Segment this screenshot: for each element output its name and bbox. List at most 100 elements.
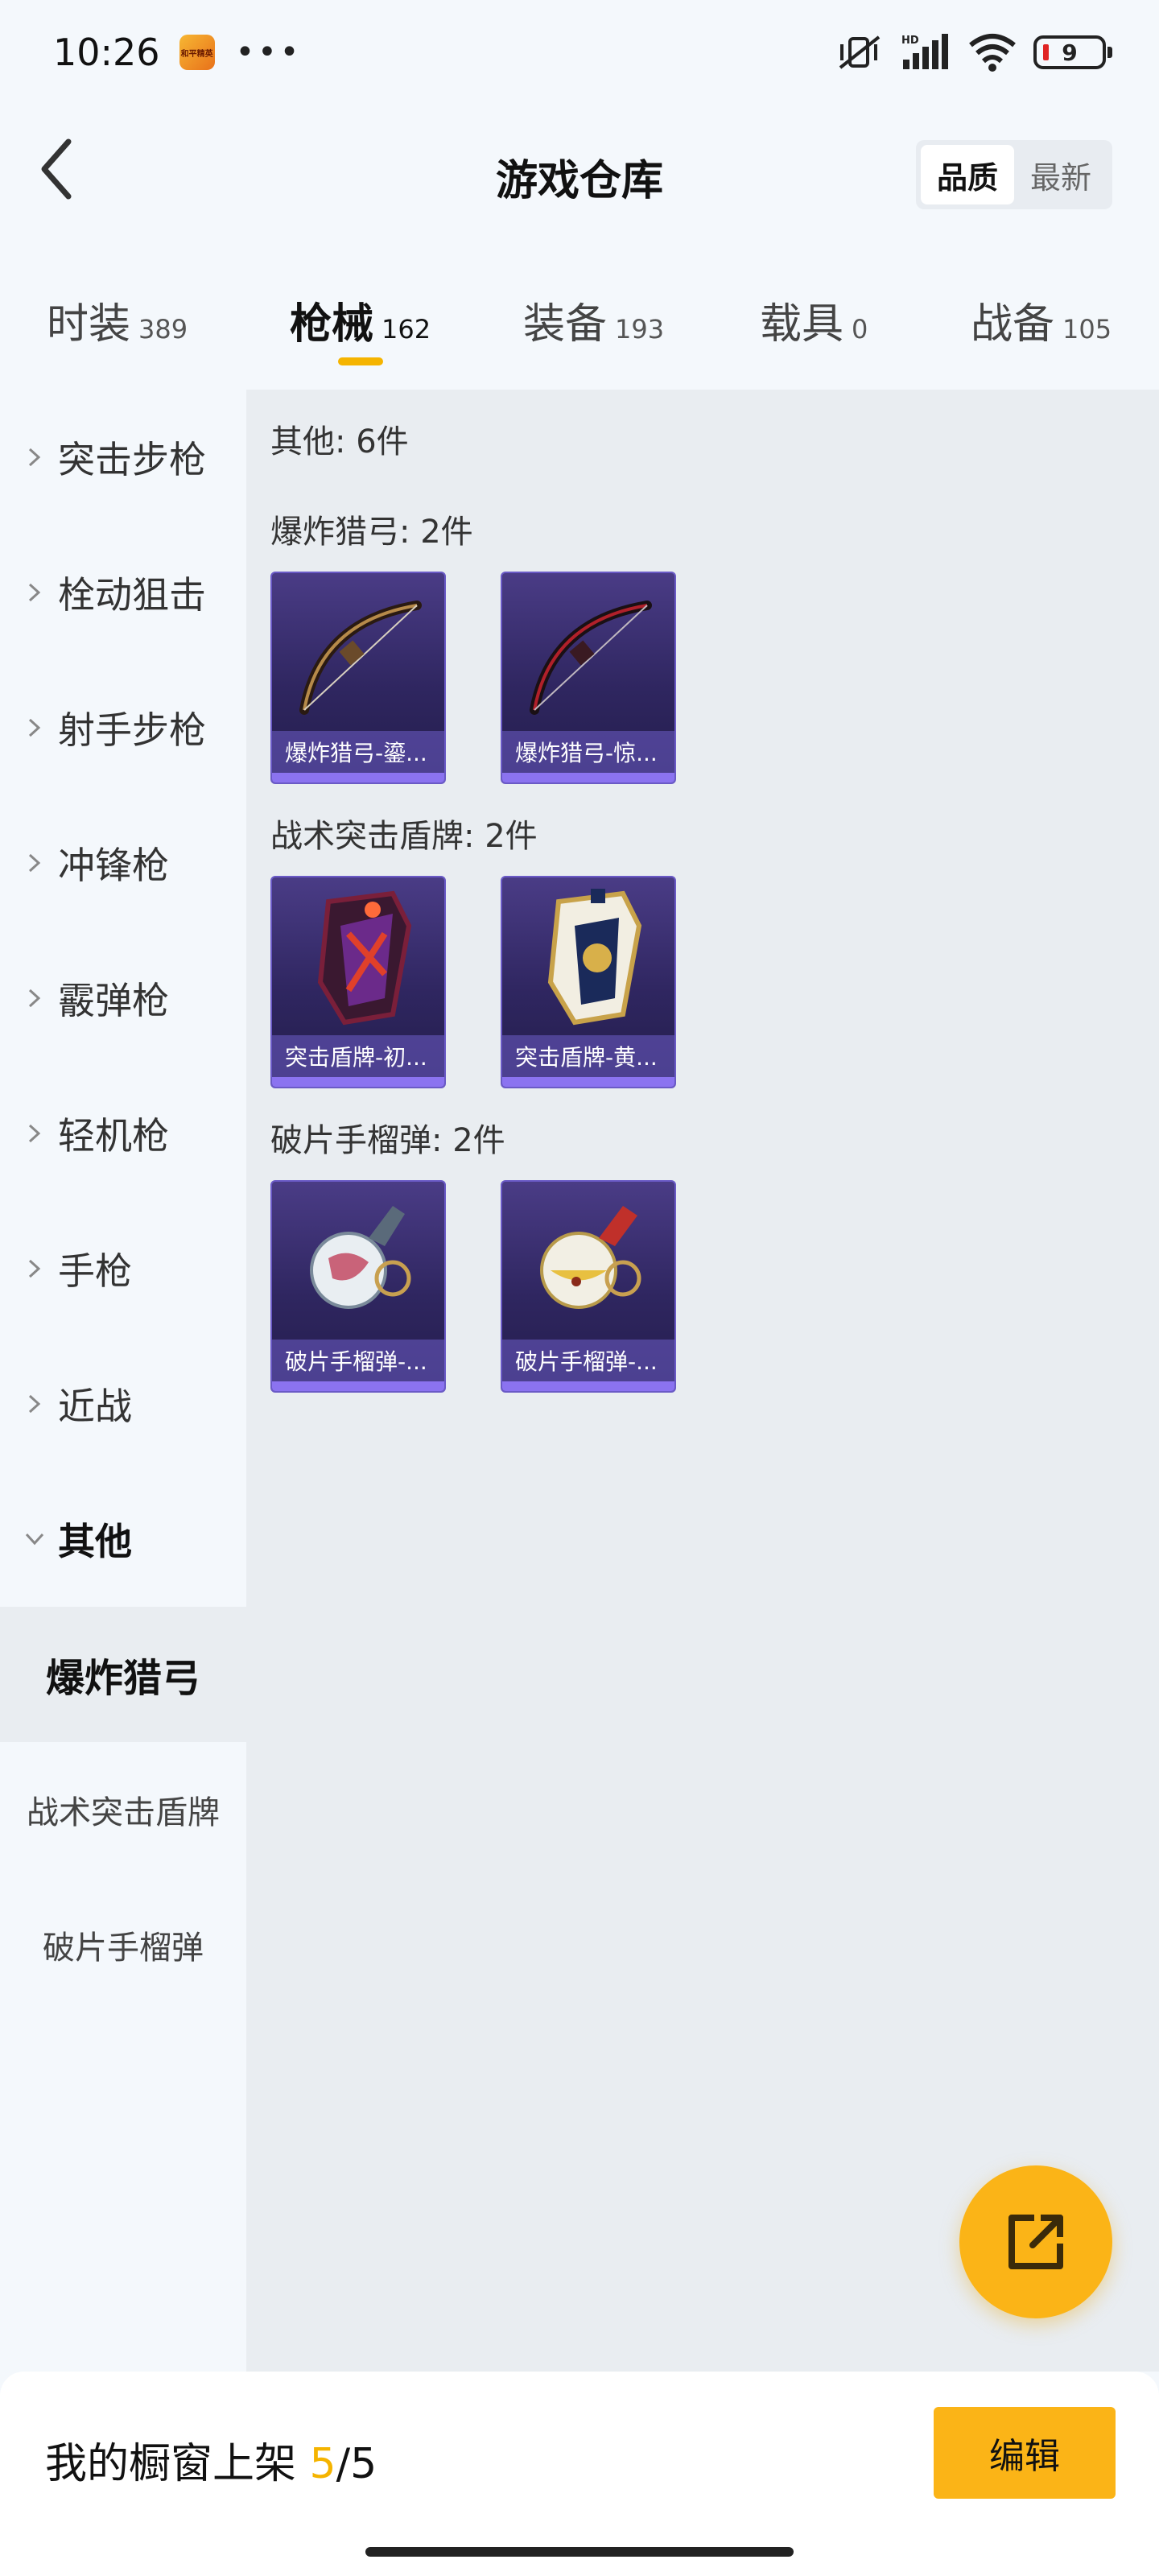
sidebar-item-label: 栓动狙击 (58, 573, 206, 617)
share-button[interactable] (959, 2165, 1112, 2318)
sidebar-item-label: 近战 (58, 1385, 132, 1428)
tab-label: 载具 (760, 300, 844, 349)
showcase-current: 5 (309, 2440, 336, 2488)
more-notifications: ••• (235, 34, 303, 71)
hd-signal-icon: HD (901, 34, 948, 69)
chevron-right-icon (24, 1258, 45, 1279)
sidebar-item-label: 冲锋枪 (58, 844, 169, 887)
sidebar-subitem-tactical-shield[interactable]: 战术突击盾牌 (0, 1742, 246, 1877)
status-time: 10:26 (53, 31, 160, 74)
rarity-bar (272, 1381, 444, 1391)
tab-label: 装备 (523, 300, 608, 349)
status-bar: 10:26 和平精英 ••• HD 9 (0, 0, 1159, 105)
status-icons: HD 9 (835, 32, 1112, 72)
item-card[interactable]: 突击盾牌-黄... (501, 876, 676, 1088)
sort-quality-button[interactable]: 品质 (921, 145, 1014, 204)
content-panel: 其他: 6件 爆炸猎弓: 2件 爆炸猎弓-鎏... 爆炸猎弓-惊... 战术突击… (246, 390, 1159, 2372)
item-name: 破片手榴弹-... (502, 1340, 674, 1385)
tab-firearms[interactable]: 枪械 162 (290, 290, 431, 350)
tab-fashion[interactable]: 时装 389 (47, 290, 188, 350)
sidebar-item-label: 霰弹枪 (58, 979, 169, 1022)
chevron-right-icon (24, 852, 45, 873)
sidebar-item-assault-rifle[interactable]: 突击步枪 (0, 390, 246, 525)
sidebar-item-marksman-rifle[interactable]: 射手步枪 (0, 660, 246, 795)
tab-count: 105 (1062, 314, 1112, 345)
header: 游戏仓库 品质 最新 (0, 105, 1159, 250)
showcase-label: 我的橱窗上架 (45, 2440, 297, 2488)
sort-toggle: 品质 最新 (916, 140, 1112, 209)
tab-count: 389 (138, 314, 188, 345)
item-card[interactable]: 破片手榴弹-... (270, 1180, 446, 1393)
sidebar-item-bolt-sniper[interactable]: 栓动狙击 (0, 525, 246, 660)
category-summary: 其他: 6件 (270, 423, 409, 460)
svg-text:HD: HD (901, 35, 919, 47)
sidebar-item-label: 手枪 (58, 1249, 132, 1293)
home-indicator[interactable] (365, 2547, 794, 2557)
tab-combat-gear[interactable]: 战备 105 (971, 290, 1112, 350)
app-badge-label: 和平精英 (180, 49, 213, 59)
item-name: 突击盾牌-黄... (502, 1035, 674, 1080)
share-export-icon (1008, 2215, 1063, 2269)
battery-icon: 9 (1033, 35, 1112, 69)
rarity-bar (272, 1077, 444, 1087)
sidebar-subitem-label: 战术突击盾牌 (27, 1794, 220, 1831)
showcase-total: 5 (350, 2440, 377, 2488)
grenade-icon (540, 1206, 641, 1309)
rarity-bar (502, 1381, 674, 1391)
grenade-icon (310, 1206, 411, 1309)
category-tabs: 时装 389 枪械 162 装备 193 载具 0 战备 105 (0, 274, 1159, 370)
tab-label: 战备 (971, 300, 1055, 349)
rarity-bar (502, 1077, 674, 1087)
chevron-down-icon (24, 1529, 45, 1550)
tab-equipment[interactable]: 装备 193 (523, 290, 664, 350)
chevron-right-icon (24, 717, 45, 738)
sidebar-item-label: 射手步枪 (58, 708, 206, 752)
wifi-icon (969, 34, 1016, 72)
tab-label: 枪械 (290, 300, 374, 349)
showcase-separator: / (336, 2440, 351, 2488)
item-card[interactable]: 爆炸猎弓-鎏... (270, 572, 446, 784)
sidebar-item-label: 轻机枪 (58, 1114, 169, 1158)
sort-newest-button[interactable]: 最新 (1014, 145, 1107, 204)
item-name: 爆炸猎弓-惊... (502, 731, 674, 776)
sidebar-item-smg[interactable]: 冲锋枪 (0, 795, 246, 931)
sidebar: 突击步枪 栓动狙击 射手步枪 冲锋枪 霰弹枪 轻机枪 手枪 近战 其他 爆炸猎弓… (0, 390, 246, 2372)
rarity-bar (502, 773, 674, 782)
mute-vibrate-icon (839, 35, 881, 69)
item-card[interactable]: 突击盾牌-初... (270, 876, 446, 1088)
item-card[interactable]: 破片手榴弹-... (501, 1180, 676, 1393)
sidebar-item-lmg[interactable]: 轻机枪 (0, 1066, 246, 1201)
item-card[interactable]: 爆炸猎弓-惊... (501, 572, 676, 784)
item-name: 突击盾牌-初... (272, 1035, 444, 1080)
battery-level: 9 (1062, 39, 1078, 66)
sidebar-item-melee[interactable]: 近战 (0, 1336, 246, 1472)
bottom-bar: 我的橱窗上架 5/5 编辑 (0, 2372, 1159, 2576)
sidebar-item-pistol[interactable]: 手枪 (0, 1201, 246, 1336)
active-tab-indicator (338, 357, 383, 365)
sidebar-subitem-explosive-bow[interactable]: 爆炸猎弓 (0, 1607, 246, 1742)
sidebar-item-label: 其他 (58, 1520, 132, 1563)
group-title: 破片手榴弹: 2件 (270, 1122, 505, 1159)
group-title: 爆炸猎弓: 2件 (270, 514, 473, 551)
shield-icon (547, 889, 642, 1026)
tab-label: 时装 (47, 300, 131, 349)
sidebar-subitem-frag-grenade[interactable]: 破片手榴弹 (0, 1877, 246, 2013)
chevron-right-icon (24, 1123, 45, 1144)
sidebar-subitem-label: 爆炸猎弓 (45, 1656, 200, 1701)
showcase-count: 我的橱窗上架 5/5 (45, 2429, 377, 2490)
tab-count: 0 (852, 314, 868, 345)
bow-icon (299, 601, 422, 715)
edit-button[interactable]: 编辑 (934, 2407, 1116, 2499)
sidebar-item-other[interactable]: 其他 (0, 1472, 246, 1607)
rarity-bar (272, 773, 444, 782)
chevron-right-icon (24, 447, 45, 468)
tab-count: 162 (382, 314, 431, 345)
chevron-right-icon (24, 1393, 45, 1414)
shield-icon (317, 890, 412, 1026)
tab-vehicles[interactable]: 载具 0 (760, 290, 868, 350)
sidebar-subitem-label: 破片手榴弹 (43, 1930, 204, 1967)
sidebar-item-shotgun[interactable]: 霰弹枪 (0, 931, 246, 1066)
bow-icon (530, 601, 652, 715)
group-title: 战术突击盾牌: 2件 (270, 818, 538, 855)
sidebar-item-label: 突击步枪 (58, 438, 206, 481)
